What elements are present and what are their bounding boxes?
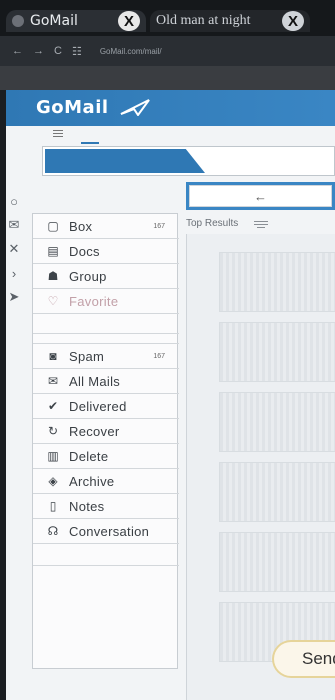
result-card[interactable]: [219, 392, 335, 452]
result-card[interactable]: [219, 252, 335, 312]
app-header: GoMail: [6, 90, 335, 126]
inbox-icon: ▢: [47, 219, 59, 233]
site-settings-icon[interactable]: ☷: [72, 45, 82, 58]
mail-icon[interactable]: ✉: [4, 216, 24, 234]
conversation-icon: ☊: [47, 524, 59, 538]
trash-icon: ▥: [47, 449, 59, 463]
folder-archive[interactable]: ◈ Archive: [33, 469, 179, 494]
folder-divider: [33, 324, 179, 344]
search-bar-fill: [45, 149, 205, 173]
tab-close-button[interactable]: X: [118, 11, 140, 31]
scissors-icon[interactable]: ✕: [4, 240, 24, 258]
folder-all-mails[interactable]: ✉ All Mails: [33, 369, 179, 394]
send-button[interactable]: Send: [272, 640, 335, 678]
tab-favicon-icon: [12, 15, 24, 27]
folder-label: Group: [69, 268, 107, 284]
icon-rail: ○ ✉ ✕ › ➤: [4, 192, 24, 312]
check-icon: ✔: [47, 399, 59, 413]
circle-icon[interactable]: ○: [4, 192, 24, 210]
reload-button[interactable]: C: [54, 45, 62, 57]
send-label: Send: [302, 649, 335, 668]
top-results-label: Top Results: [186, 218, 239, 229]
folder-label: Archive: [69, 473, 115, 489]
chevron-right-icon[interactable]: ›: [4, 264, 24, 282]
folder-label: Docs: [69, 243, 100, 259]
folder-label: Conversation: [69, 523, 150, 539]
tab-close-button[interactable]: X: [282, 11, 304, 31]
app-logo-text: GoMail: [36, 97, 109, 118]
hamburger-menu-icon[interactable]: [53, 130, 63, 139]
recover-icon: ↻: [47, 424, 59, 438]
forward-nav-button[interactable]: →: [33, 45, 44, 57]
browser-tab-bar: GoMail X Old man at night X: [0, 0, 335, 36]
folder-label: Notes: [69, 498, 105, 514]
back-button[interactable]: ←: [189, 185, 332, 207]
back-button-container: ←: [186, 182, 335, 210]
mail-icon: ✉: [47, 374, 59, 388]
folder-label: Delivered: [69, 398, 127, 414]
folder-docs[interactable]: ▤ Docs: [33, 239, 179, 264]
folder-label: Spam: [69, 348, 105, 364]
note-icon: ▯: [49, 499, 57, 513]
folder-recover[interactable]: ↻ Recover: [33, 419, 179, 444]
browser-tab-old-man[interactable]: Old man at night X: [150, 10, 310, 32]
folder-delete[interactable]: ▥ Delete: [33, 444, 179, 469]
address-bar: ← → C ☷ GoMail.com/mail/: [0, 36, 335, 66]
group-icon: ☗: [47, 269, 59, 283]
result-card[interactable]: [219, 532, 335, 592]
folder-label: Delete: [69, 448, 109, 464]
spam-icon: ◙: [49, 349, 57, 363]
folder-box[interactable]: ▢ Box 167: [33, 214, 179, 239]
back-nav-button[interactable]: ←: [12, 45, 23, 57]
bookmark-strip: [0, 66, 335, 90]
folder-label: Recover: [69, 423, 120, 439]
folder-label: Box: [69, 218, 93, 234]
tab-title: Old man at night: [156, 13, 251, 28]
folder-divider: [33, 544, 179, 566]
folder-panel: ▢ Box 167 ▤ Docs ☗ Group ♡ Favorite ◙ Sp…: [32, 213, 179, 669]
folder-label: All Mails: [69, 373, 121, 389]
folder-group[interactable]: ☗ Group: [33, 264, 179, 289]
folder-favorite[interactable]: ♡ Favorite: [33, 289, 179, 314]
folder-spam[interactable]: ◙ Spam 167: [33, 344, 179, 369]
paper-plane-icon[interactable]: ➤: [4, 288, 24, 306]
logo-plane-icon: [120, 99, 150, 116]
active-tab-indicator: [81, 142, 99, 144]
filter-icon[interactable]: [254, 221, 268, 230]
search-bar[interactable]: [42, 146, 335, 176]
result-card[interactable]: [219, 462, 335, 522]
results-panel: [186, 234, 335, 700]
folder-count: 167: [153, 352, 165, 360]
docs-icon: ▤: [47, 244, 59, 258]
heart-icon: ♡: [47, 294, 59, 308]
browser-tab-gomail[interactable]: GoMail X: [6, 10, 146, 32]
folder-count: 167: [153, 222, 165, 230]
folder-conversation[interactable]: ☊ Conversation: [33, 519, 179, 544]
result-card[interactable]: [219, 322, 335, 382]
archive-icon: ◈: [48, 474, 58, 488]
url-field[interactable]: GoMail.com/mail/: [100, 47, 162, 56]
folder-label: Favorite: [69, 293, 119, 309]
tab-title: GoMail: [30, 13, 78, 29]
folder-notes[interactable]: ▯ Notes: [33, 494, 179, 519]
folder-delivered[interactable]: ✔ Delivered: [33, 394, 179, 419]
